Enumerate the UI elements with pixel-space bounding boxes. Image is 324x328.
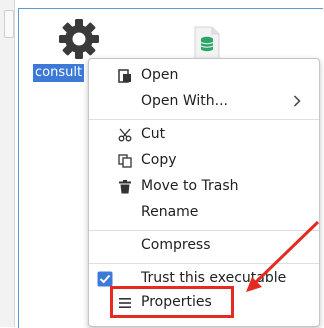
- annotation-arrow-icon: [246, 220, 320, 292]
